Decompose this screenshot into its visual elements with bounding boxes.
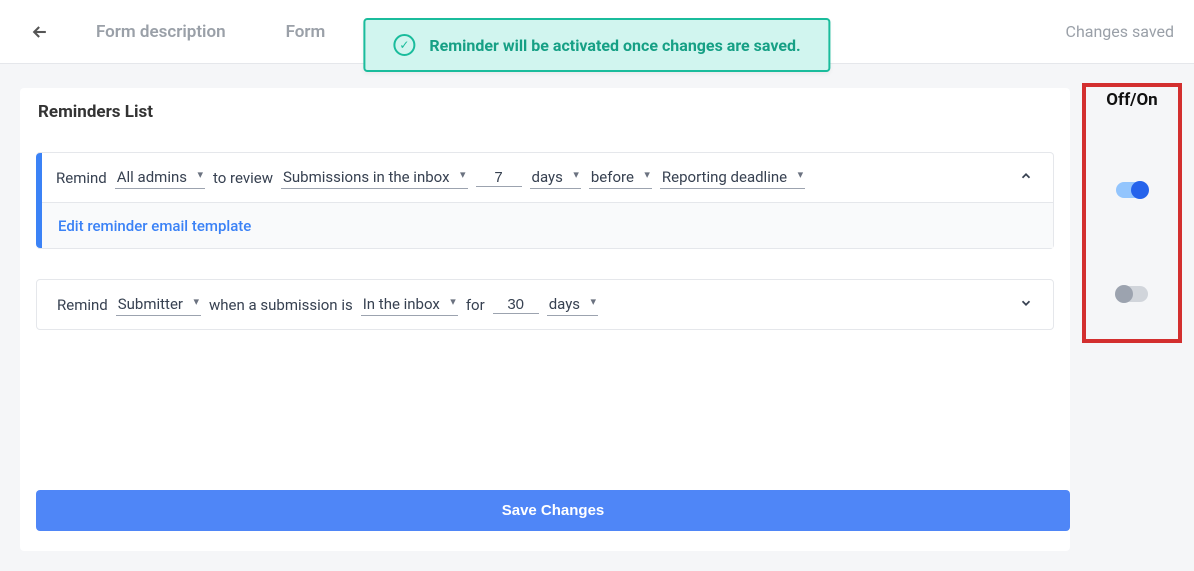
reminder-prefix: Remind: [56, 169, 107, 187]
reminder-row: Remind All admins to review Submissions …: [36, 152, 1054, 249]
save-changes-button[interactable]: Save Changes: [36, 490, 1070, 531]
count-input[interactable]: [493, 296, 539, 314]
highlight-annotation: [1082, 83, 1182, 343]
changes-saved-label: Changes saved: [1066, 22, 1174, 41]
panel-title: Reminders List: [20, 102, 1070, 152]
reminders-panel: Reminders List Remind All admins to revi…: [20, 88, 1070, 551]
reminder-head: Remind All admins to review Submissions …: [36, 153, 1053, 202]
tab-form[interactable]: Form: [286, 22, 326, 42]
reminder-toggle[interactable]: [1116, 286, 1148, 302]
main-layout: Reminders List Remind All admins to revi…: [0, 64, 1194, 571]
reminder-mid: to review: [213, 169, 273, 187]
what-dropdown[interactable]: In the inbox: [361, 293, 458, 316]
reminder-row: Remind Submitter when a submission is In…: [36, 279, 1054, 330]
reminder-mid2: for: [466, 296, 485, 314]
event-dropdown[interactable]: Reporting deadline: [660, 166, 805, 189]
check-circle-icon: ✓: [393, 34, 415, 56]
reminder-head: Remind Submitter when a submission is In…: [37, 280, 1053, 329]
count-input[interactable]: [476, 169, 522, 187]
toggle-column: Off/On: [1090, 88, 1174, 551]
chevron-up-icon[interactable]: [1019, 169, 1033, 187]
toast-notification: ✓ Reminder will be activated once change…: [363, 18, 830, 72]
tab-form-description[interactable]: Form description: [96, 22, 226, 42]
reminder-prefix: Remind: [57, 296, 108, 314]
back-button[interactable]: [24, 16, 56, 48]
reminder-body: Edit reminder email template: [36, 202, 1053, 248]
relation-dropdown[interactable]: before: [589, 166, 652, 189]
toast-message: Reminder will be activated once changes …: [429, 36, 800, 55]
who-dropdown[interactable]: All admins: [115, 166, 205, 189]
edit-template-link[interactable]: Edit reminder email template: [58, 217, 251, 235]
who-dropdown[interactable]: Submitter: [116, 293, 201, 316]
reminder-toggle[interactable]: [1116, 182, 1148, 198]
chevron-down-icon[interactable]: [1019, 296, 1033, 314]
unit-dropdown[interactable]: days: [547, 293, 598, 316]
reminder-mid: when a submission is: [209, 296, 353, 314]
unit-dropdown[interactable]: days: [530, 166, 581, 189]
what-dropdown[interactable]: Submissions in the inbox: [281, 166, 468, 189]
